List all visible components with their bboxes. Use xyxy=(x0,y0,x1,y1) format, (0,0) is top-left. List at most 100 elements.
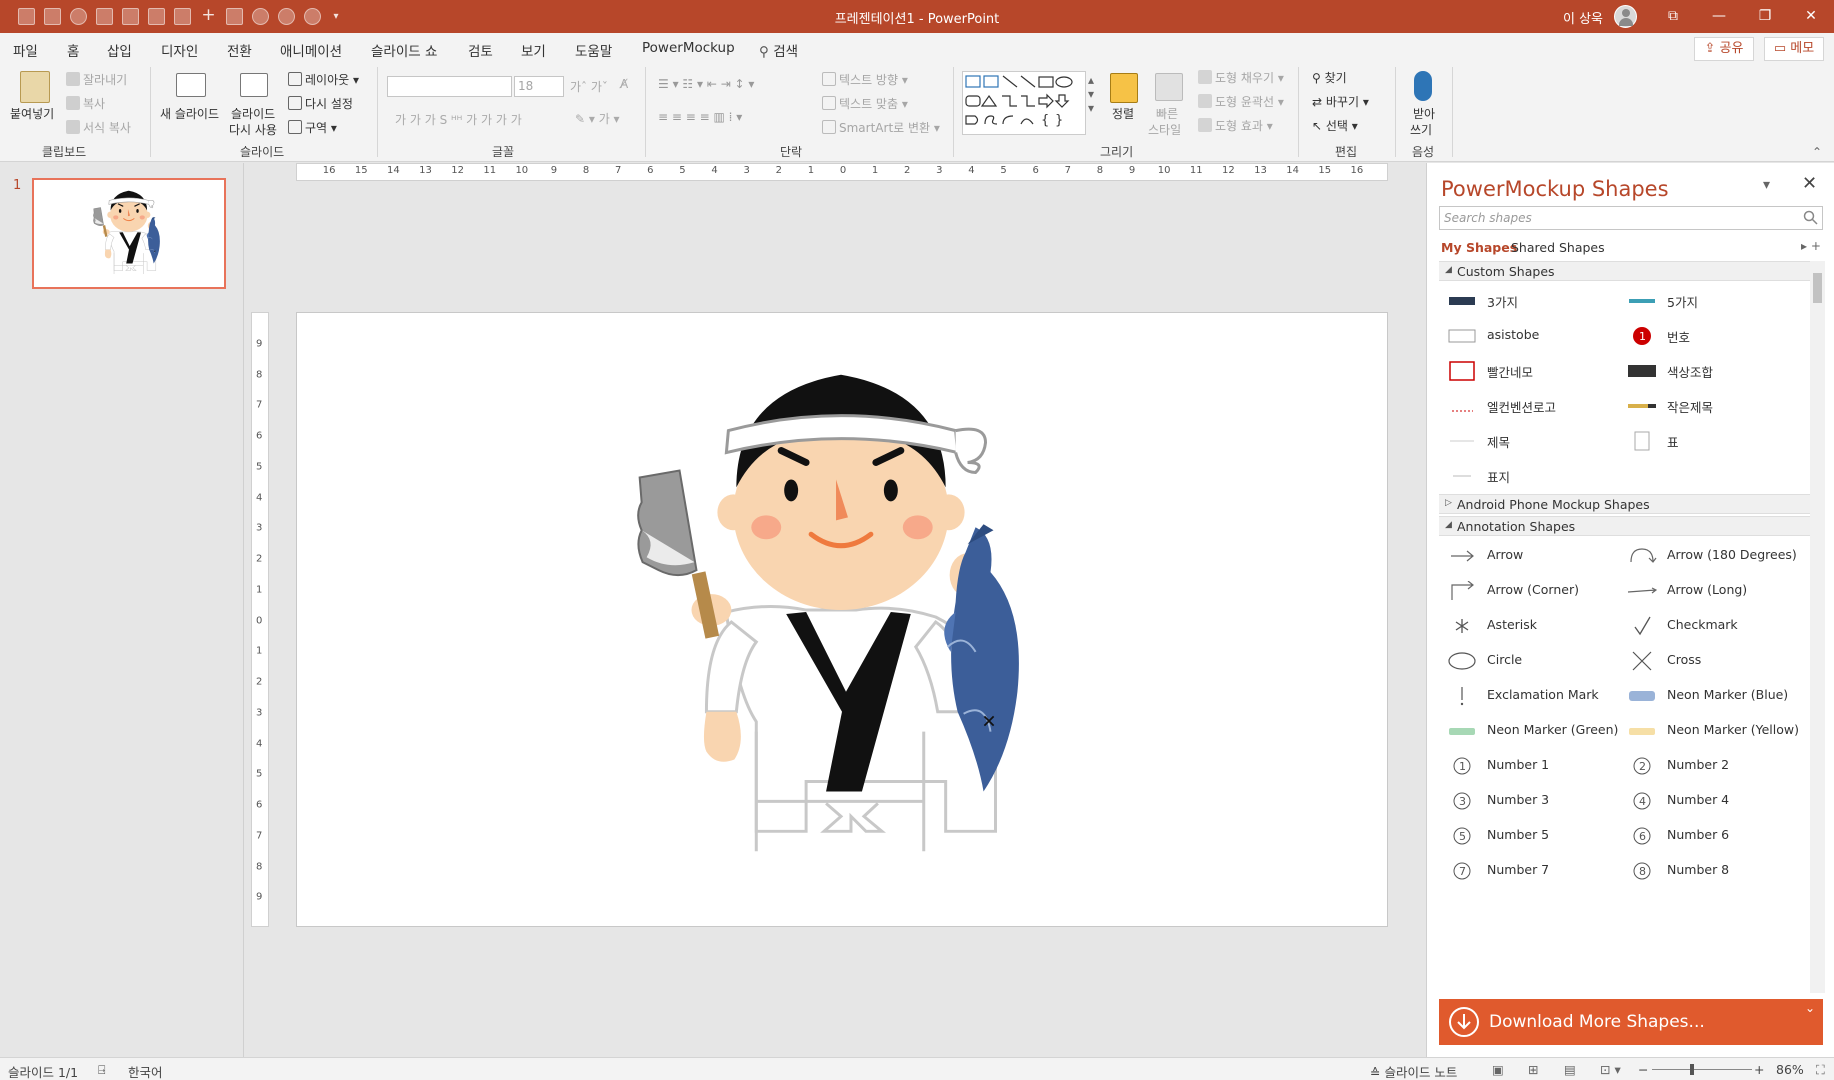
slide-sorter-icon[interactable]: ⊞ xyxy=(1528,1062,1538,1077)
shared-shapes-tab[interactable]: Shared Shapes xyxy=(1511,240,1605,255)
shape-item[interactable]: Checkmark xyxy=(1619,611,1799,641)
collapse-chevron-icon[interactable]: ⌄ xyxy=(1805,1001,1815,1015)
tab-powermockup[interactable]: PowerMockup xyxy=(642,40,735,56)
quick-styles-button[interactable]: 빠른 xyxy=(1156,105,1178,122)
shape-item[interactable]: Arrow (Corner) xyxy=(1439,576,1619,606)
language-indicator[interactable]: 한국어 xyxy=(128,1062,163,1080)
tab-home[interactable]: 홈 xyxy=(67,40,80,67)
zoom-out-icon[interactable]: − xyxy=(1638,1062,1648,1077)
shape-item[interactable]: Arrow (Long) xyxy=(1619,576,1799,606)
layout-button[interactable]: 레이아웃 ▾ xyxy=(288,71,359,88)
font-size-combo[interactable]: 18 xyxy=(514,76,564,97)
tab-view[interactable]: 보기 xyxy=(521,40,546,60)
reset-button[interactable]: 다시 설정 xyxy=(288,95,353,112)
pane-close-icon[interactable]: ✕ xyxy=(1802,173,1817,194)
shape-item[interactable]: Neon Marker (Yellow) xyxy=(1619,716,1799,746)
pane-nav-icons[interactable]: ▸ + xyxy=(1801,239,1821,253)
shape-item[interactable]: 빨간네모 xyxy=(1439,356,1619,386)
clear-format-icon[interactable]: A̸ xyxy=(620,77,628,91)
shape-item[interactable]: 6 Number 6 xyxy=(1619,821,1799,851)
maximize-button[interactable]: ❐ xyxy=(1742,0,1788,33)
shape-item[interactable]: asistobe xyxy=(1439,321,1619,351)
download-more-shapes-button[interactable]: Download More Shapes... ⌄ xyxy=(1439,999,1823,1045)
zoom-slider-track[interactable] xyxy=(1652,1069,1752,1070)
section-button[interactable]: 구역 ▾ xyxy=(288,119,337,136)
zoom-level[interactable]: 86% xyxy=(1776,1062,1804,1077)
quick-styles-icon[interactable] xyxy=(1155,73,1183,101)
shape-fill-button[interactable]: 도형 채우기 ▾ xyxy=(1198,69,1284,86)
shape-item[interactable]: 색상조합 xyxy=(1619,356,1799,386)
pane-scrollbar[interactable] xyxy=(1810,261,1825,993)
shape-library-list[interactable]: ◢ Custom Shapes 3가지 5가지 asistobe 1 번호 빨간네모… xyxy=(1439,261,1821,993)
ribbon-display-button[interactable]: ⧉ xyxy=(1650,0,1696,33)
shape-effects-button[interactable]: 도형 효과 ▾ xyxy=(1198,117,1273,134)
tab-transitions[interactable]: 전환 xyxy=(227,40,252,60)
shape-item[interactable]: 3가지 xyxy=(1439,286,1619,316)
shape-item[interactable]: Arrow xyxy=(1439,541,1619,571)
shape-item[interactable]: Neon Marker (Blue) xyxy=(1619,681,1799,711)
shape-item[interactable]: Cross xyxy=(1619,646,1799,676)
tab-file[interactable]: 파일 xyxy=(13,40,38,60)
shape-item[interactable]: 1 Number 1 xyxy=(1439,751,1619,781)
zoom-in-icon[interactable]: + xyxy=(1754,1062,1764,1077)
shape-item[interactable]: 1 번호 xyxy=(1619,321,1799,351)
reuse-slides-icon[interactable] xyxy=(240,73,268,97)
spell-check-icon[interactable]: ⍈ xyxy=(98,1062,106,1078)
tab-insert[interactable]: 삽입 xyxy=(107,40,132,60)
shapes-gallery[interactable]: { } xyxy=(962,71,1086,135)
shape-outline-button[interactable]: 도형 윤곽선 ▾ xyxy=(1198,93,1284,110)
comments-button[interactable]: ▭ 메모 xyxy=(1764,37,1824,61)
shape-search-input[interactable]: Search shapes xyxy=(1439,206,1823,230)
shape-item[interactable]: Circle xyxy=(1439,646,1619,676)
zoom-slider-thumb[interactable] xyxy=(1690,1064,1694,1075)
tab-review[interactable]: 검토 xyxy=(468,40,493,60)
pane-options-icon[interactable]: ▾ xyxy=(1763,177,1770,193)
select-button[interactable]: ↖ 선택 ▾ xyxy=(1312,117,1358,134)
shape-item[interactable]: 작은제목 xyxy=(1619,391,1799,421)
user-name[interactable]: 이 상욱 xyxy=(1563,8,1603,27)
copy-button[interactable]: 복사 xyxy=(66,95,105,112)
shape-item[interactable]: 7 Number 7 xyxy=(1439,856,1619,886)
share-button[interactable]: ⇪ 공유 xyxy=(1694,37,1754,61)
align-icons[interactable]: ≡ ≡ ≡ ≡ ▥ ⁞ ▾ xyxy=(658,110,742,124)
reuse-slides-button[interactable]: 슬라이드 xyxy=(231,105,275,122)
search-icon[interactable] xyxy=(1803,210,1818,225)
paste-icon[interactable] xyxy=(20,71,50,103)
slide-thumbnail[interactable] xyxy=(32,178,226,289)
scrollbar-thumb[interactable] xyxy=(1813,273,1822,303)
tab-design[interactable]: 디자인 xyxy=(161,40,198,60)
shape-item[interactable]: 5 Number 5 xyxy=(1439,821,1619,851)
slide-canvas[interactable]: ✕ xyxy=(296,312,1388,927)
new-slide-icon[interactable] xyxy=(176,73,206,97)
close-button[interactable]: ✕ xyxy=(1788,0,1834,33)
align-text-button[interactable]: 텍스트 맞춤 ▾ xyxy=(822,95,908,112)
tab-slideshow[interactable]: 슬라이드 쇼 xyxy=(371,40,437,60)
dictate-button[interactable]: 받아 xyxy=(1413,105,1435,122)
tell-me-search[interactable]: ⚲ 검색 xyxy=(759,40,798,60)
format-painter-button[interactable]: 서식 복사 xyxy=(66,119,131,136)
collapse-ribbon-icon[interactable]: ⌃ xyxy=(1812,145,1822,159)
my-shapes-tab[interactable]: My Shapes xyxy=(1441,240,1517,255)
section-annotation-shapes[interactable]: ◢ Annotation Shapes xyxy=(1439,516,1821,536)
shape-item[interactable]: 4 Number 4 xyxy=(1619,786,1799,816)
shape-item[interactable]: 2 Number 2 xyxy=(1619,751,1799,781)
new-slide-button[interactable]: 새 슬라이드 xyxy=(160,105,219,122)
arrange-icon[interactable] xyxy=(1110,73,1138,103)
section-android-phone[interactable]: ▷ Android Phone Mockup Shapes xyxy=(1439,494,1821,514)
paste-button[interactable]: 붙여넣기 xyxy=(10,105,54,122)
font-name-combo[interactable] xyxy=(387,76,512,97)
tab-help[interactable]: 도움말 xyxy=(575,40,612,60)
chef-illustration[interactable]: ✕ xyxy=(297,313,1387,926)
reading-view-icon[interactable]: ▤ xyxy=(1564,1062,1576,1077)
font-color-icons[interactable]: ✎ ▾ 가 ▾ xyxy=(575,110,620,127)
normal-view-icon[interactable]: ▣ xyxy=(1492,1062,1504,1077)
shape-item[interactable]: 5가지 xyxy=(1619,286,1799,316)
text-direction-button[interactable]: 텍스트 방향 ▾ xyxy=(822,71,908,88)
shape-item[interactable]: 표지 xyxy=(1439,461,1619,491)
tab-animations[interactable]: 애니메이션 xyxy=(280,40,342,60)
shape-item[interactable]: Arrow (180 Degrees) xyxy=(1619,541,1799,571)
section-custom-shapes[interactable]: ◢ Custom Shapes xyxy=(1439,261,1821,281)
list-icons[interactable]: ☰ ▾ ☷ ▾ ⇤ ⇥ ↕ ▾ xyxy=(658,77,754,91)
shape-item[interactable]: Neon Marker (Green) xyxy=(1439,716,1619,746)
shape-item[interactable]: 3 Number 3 xyxy=(1439,786,1619,816)
